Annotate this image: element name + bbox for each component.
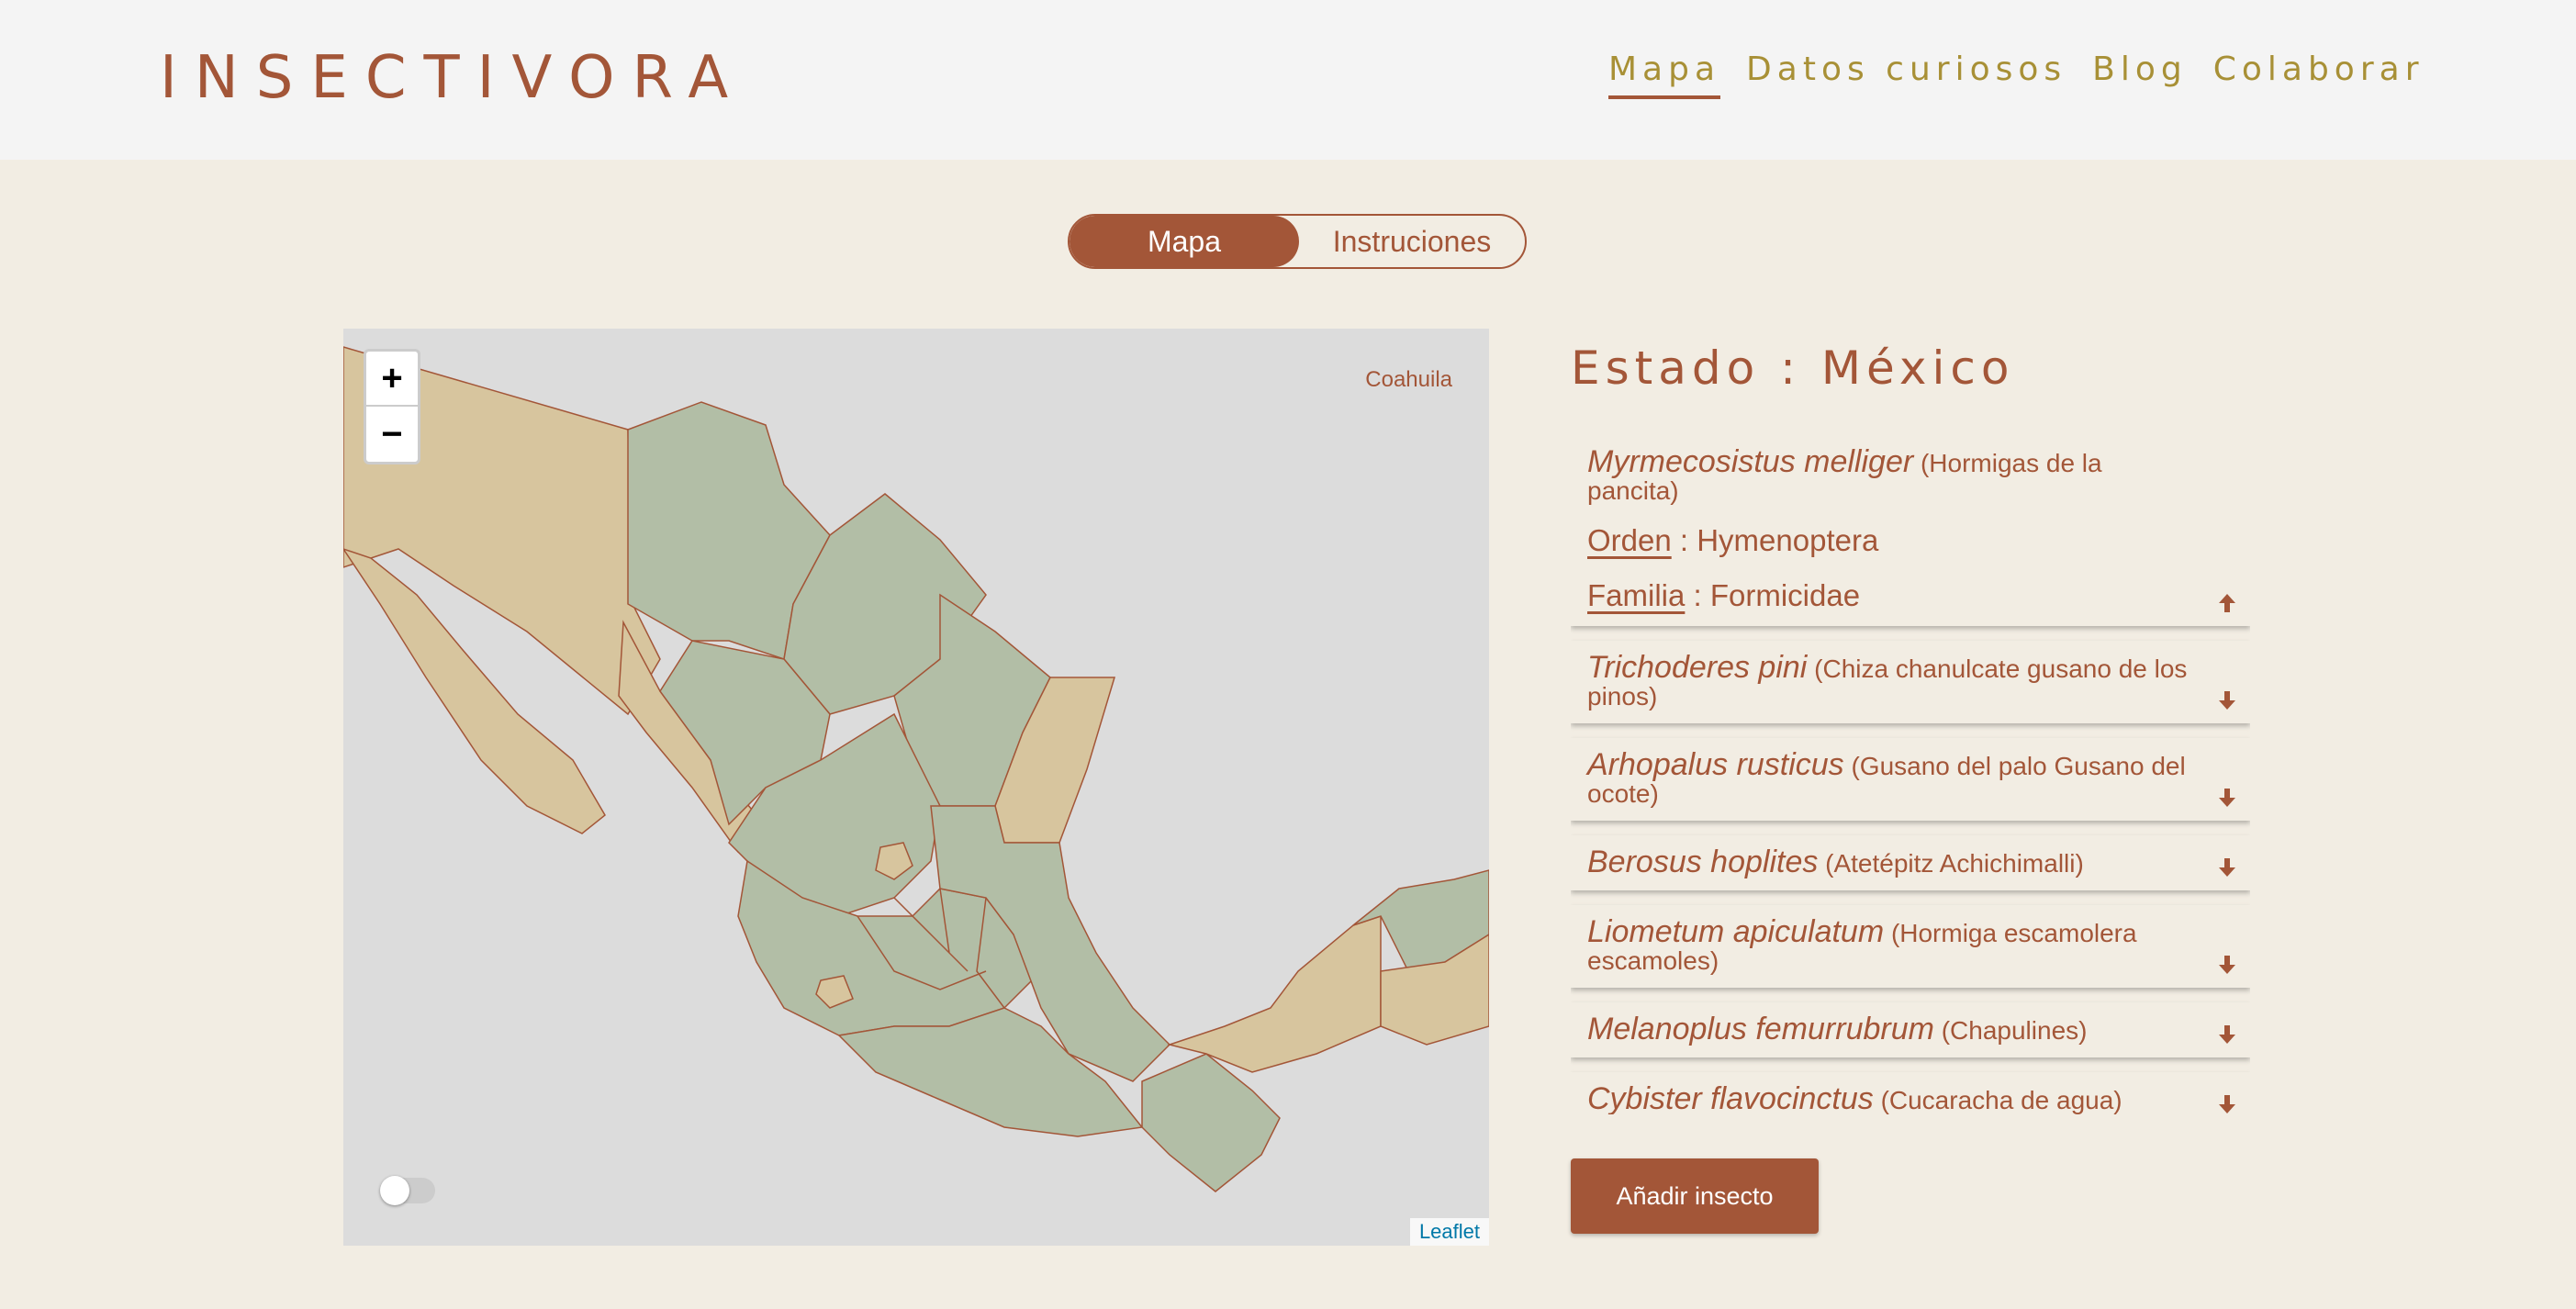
state-chiapas[interactable]	[1141, 1053, 1281, 1192]
switch-knob	[380, 1176, 409, 1205]
insect-name: Liometum apiculatum (Hormiga escamolera …	[1587, 916, 2195, 975]
state-title: Estado : México	[1571, 341, 2015, 395]
nav-link-blog[interactable]: Blog	[2092, 50, 2188, 99]
toggle-instrucciones-button[interactable]: Instruciones	[1299, 216, 1525, 267]
family-label: Familia	[1587, 578, 1686, 612]
nav-link-datos-curiosos[interactable]: Datos curiosos	[1746, 50, 2066, 99]
nav-link-mapa[interactable]: Mapa	[1608, 50, 1721, 99]
insect-order: Orden : Hymenoptera	[1587, 523, 2195, 558]
scientific-name: Cybister flavocinctus	[1587, 1081, 1874, 1114]
map-toggle-switch[interactable]	[380, 1176, 435, 1205]
scientific-name: Arhopalus rusticus	[1587, 747, 1844, 782]
view-toggle: Mapa Instruciones	[1068, 214, 1527, 269]
zoom-control: + −	[364, 349, 420, 464]
scientific-name: Melanoplus femurrubrum	[1587, 1012, 1934, 1046]
arrow-down-icon[interactable]	[2215, 953, 2239, 977]
scientific-name: Trichoderes pini	[1587, 650, 1808, 685]
insect-name: Cybister flavocinctus (Cucaracha de agua…	[1587, 1083, 2195, 1114]
map-geometry	[343, 346, 1489, 1192]
hovered-state-label: Coahuila	[1365, 367, 1452, 392]
insect-name: Myrmecosistus melliger (Hormigas de la p…	[1587, 446, 2195, 505]
nav-link-colaborar[interactable]: Colaborar	[2213, 50, 2425, 99]
insect-name: Trichoderes pini (Chiza chanulcate gusan…	[1587, 652, 2195, 710]
insect-card[interactable]: Myrmecosistus melliger (Hormigas de la p…	[1571, 435, 2250, 626]
insect-card[interactable]: Melanoplus femurrubrum (Chapulines)	[1571, 1002, 2250, 1057]
insect-card[interactable]: Arhopalus rusticus (Gusano del palo Gusa…	[1571, 738, 2250, 821]
insect-name: Melanoplus femurrubrum (Chapulines)	[1587, 1012, 2195, 1046]
arrow-up-icon[interactable]	[2215, 591, 2239, 615]
leaflet-attribution[interactable]: Leaflet	[1409, 1218, 1489, 1246]
insect-family: Familia : Formicidae	[1587, 578, 2195, 613]
order-label: Orden	[1587, 523, 1672, 557]
arrow-down-icon[interactable]	[2215, 1092, 2239, 1114]
insect-card[interactable]: Berosus hoplites (Atetépitz Achichimalli…	[1571, 835, 2250, 890]
insect-card[interactable]: Liometum apiculatum (Hormiga escamolera …	[1571, 905, 2250, 988]
order-value: : Hymenoptera	[1671, 523, 1879, 557]
main-nav: Mapa Datos curiosos Blog Colaborar	[1608, 50, 2425, 99]
arrow-down-icon[interactable]	[2215, 786, 2239, 810]
arrow-down-icon[interactable]	[2215, 856, 2239, 879]
zoom-out-button[interactable]: −	[366, 407, 418, 462]
toggle-mapa-button[interactable]: Mapa	[1070, 216, 1299, 267]
insect-name: Arhopalus rusticus (Gusano del palo Gusa…	[1587, 749, 2195, 808]
arrow-down-icon[interactable]	[2215, 688, 2239, 712]
zoom-in-button[interactable]: +	[366, 352, 418, 407]
insect-list[interactable]: Myrmecosistus melliger (Hormigas de la p…	[1571, 435, 2250, 1114]
scientific-name: Myrmecosistus melliger	[1587, 444, 1914, 479]
state-campeche-tabasco[interactable]	[1167, 914, 1382, 1073]
add-insect-button[interactable]: Añadir insecto	[1571, 1158, 1819, 1234]
common-name: (Chapulines)	[1941, 1016, 2088, 1045]
arrow-down-icon[interactable]	[2215, 1023, 2239, 1046]
site-header: INSECTIVORA Mapa Datos curiosos Blog Col…	[0, 0, 2576, 160]
insect-name: Berosus hoplites (Atetépitz Achichimalli…	[1587, 845, 2195, 879]
insect-card[interactable]: Trichoderes pini (Chiza chanulcate gusan…	[1571, 641, 2250, 723]
scientific-name: Liometum apiculatum	[1587, 914, 1885, 949]
insect-card[interactable]: Cybister flavocinctus (Cucaracha de agua…	[1571, 1072, 2250, 1114]
scientific-name: Berosus hoplites	[1587, 845, 1819, 879]
mexico-map[interactable]: + − Coahuila Leaflet	[343, 329, 1489, 1246]
family-value: : Formicidae	[1685, 578, 1861, 612]
common-name: (Atetépitz Achichimalli)	[1825, 849, 2084, 878]
site-logo[interactable]: INSECTIVORA	[160, 44, 745, 112]
common-name: (Cucaracha de agua)	[1880, 1086, 2122, 1114]
